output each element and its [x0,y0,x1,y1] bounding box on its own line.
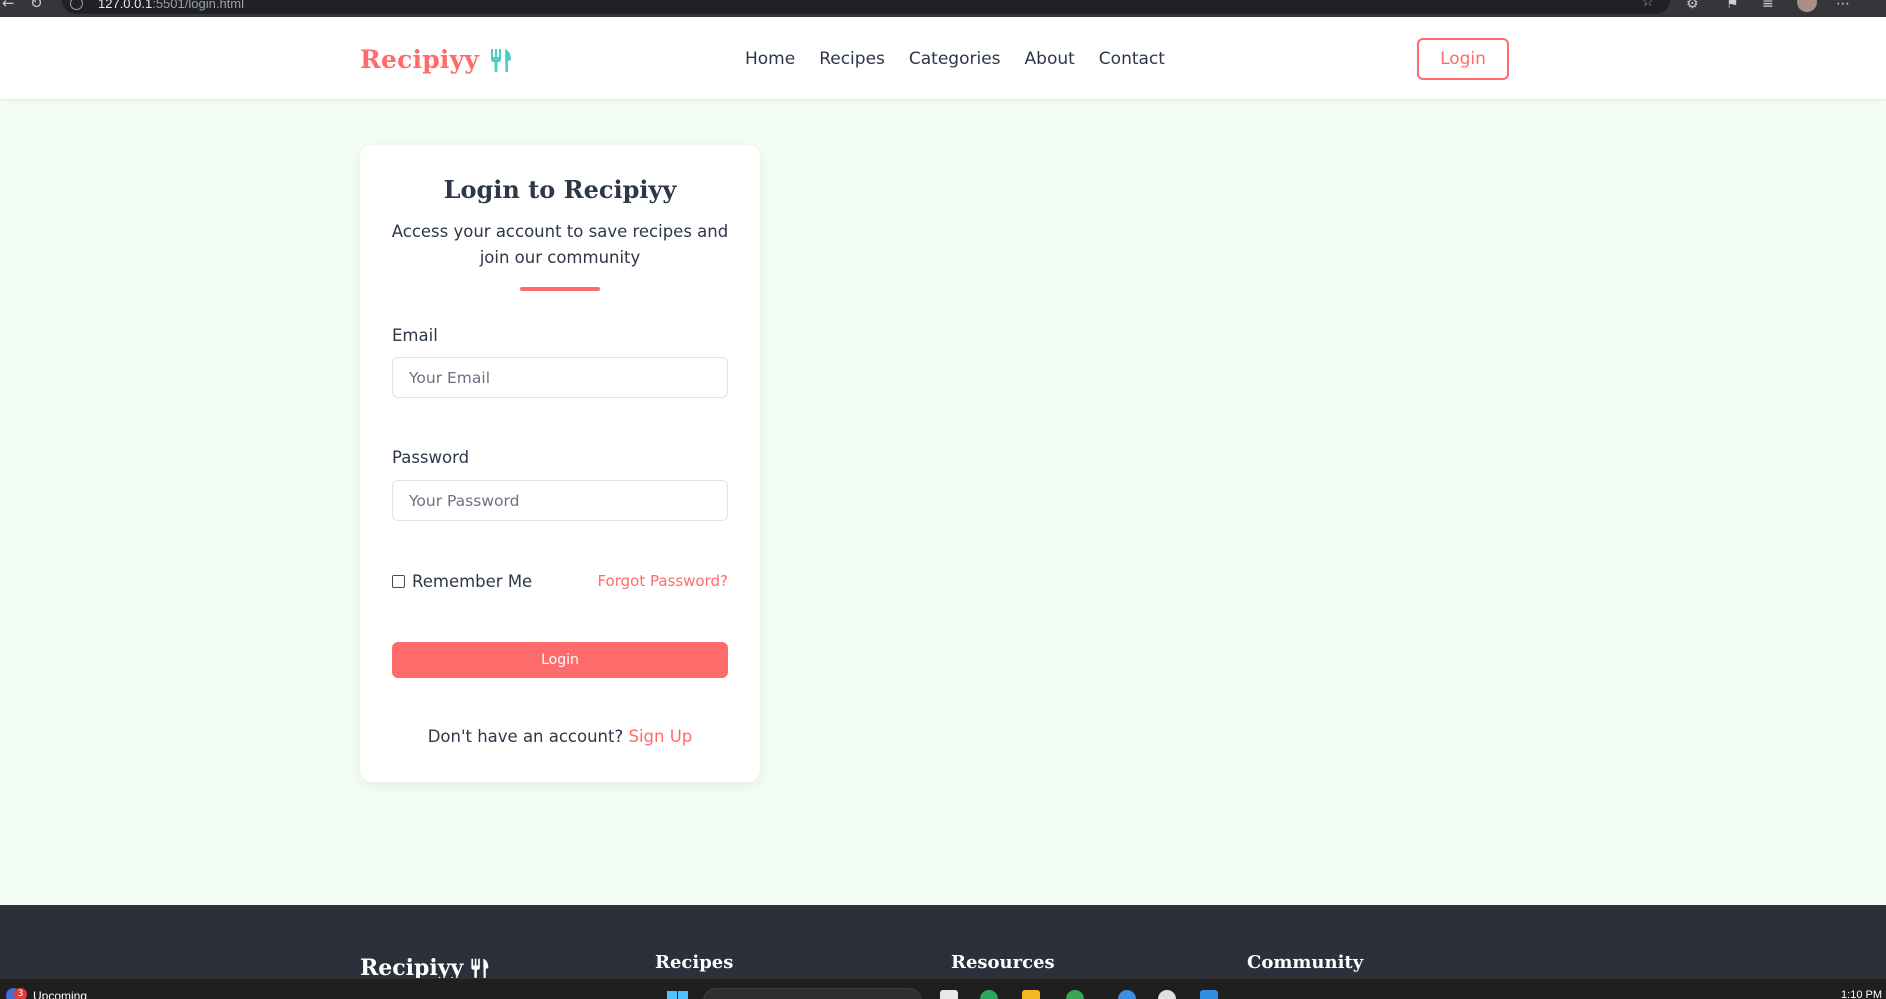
reading-list-icon[interactable]: ⚑ [1726,0,1739,12]
site-logo[interactable]: Recipiyy [360,45,513,74]
address-bar[interactable]: 127.0.0.1:5501/login.html ☆ [62,0,1670,14]
remember-me[interactable]: Remember Me [392,572,532,591]
login-submit-button[interactable]: Login [392,642,728,678]
back-icon[interactable]: ← [2,0,15,12]
remember-me-label[interactable]: Remember Me [412,572,532,591]
url-text: 127.0.0.1:5501/login.html [98,0,244,11]
forgot-password-link[interactable]: Forgot Password? [597,572,728,590]
remember-me-checkbox[interactable] [392,575,405,588]
signup-prompt: Don't have an account? Sign Up [360,727,760,746]
nav-categories[interactable]: Categories [909,49,1001,69]
notification-badge: 3 [14,988,27,999]
browser-toolbar: ← ↻ 127.0.0.1:5501/login.html ☆ ⚙ ⚑ ≡ ⋯ [0,0,1886,17]
email-label: Email [392,326,438,345]
utensils-icon [491,48,512,72]
tab-search-icon[interactable]: ≡ [1762,0,1774,12]
site-footer: Recipiyy Recipes Resources Community [0,905,1886,981]
header-login-button[interactable]: Login [1417,38,1509,80]
email-field[interactable] [392,357,728,398]
url-path: :5501/login.html [152,0,244,11]
password-label: Password [392,448,470,467]
url-host: 127.0.0.1 [98,0,153,11]
login-title: Login to Recipiyy [443,175,677,204]
nav-home[interactable]: Home [745,49,795,69]
signup-link[interactable]: Sign Up [629,727,693,746]
more-menu-icon[interactable]: ⋯ [1836,0,1850,12]
login-card: Login to Recipiyy Access your account to… [360,145,760,782]
main-nav: Home Recipes Categories About Contact [745,49,1165,69]
extensions-icon[interactable]: ⚙ [1686,0,1699,12]
nav-about[interactable]: About [1025,49,1075,69]
reload-icon[interactable]: ↻ [30,0,43,12]
taskbar-search[interactable]: ⌕ [703,988,922,999]
nav-contact[interactable]: Contact [1099,49,1165,69]
os-taskbar: 3 Upcoming ⌕ 1:10 PM [0,978,1886,999]
signup-prompt-text: Don't have an account? [427,727,624,746]
footer-col-resources: Resources [951,952,1055,973]
login-subtitle: Access your account to save recipes and … [391,222,729,267]
footer-col-community: Community [1247,952,1364,973]
brand-name: Recipiyy [360,45,480,74]
bookmark-star-icon[interactable]: ☆ [1641,0,1654,10]
site-info-icon[interactable] [70,0,83,10]
password-field[interactable] [392,480,728,521]
site-header: Recipiyy Home Recipes Categories About C… [0,17,1886,100]
nav-recipes[interactable]: Recipes [819,49,885,69]
footer-utensils-icon [471,958,489,979]
footer-col-recipes: Recipes [655,952,734,973]
title-accent-divider [520,287,600,291]
search-icon: ⌕ [714,995,721,999]
profile-avatar[interactable] [1797,0,1817,12]
